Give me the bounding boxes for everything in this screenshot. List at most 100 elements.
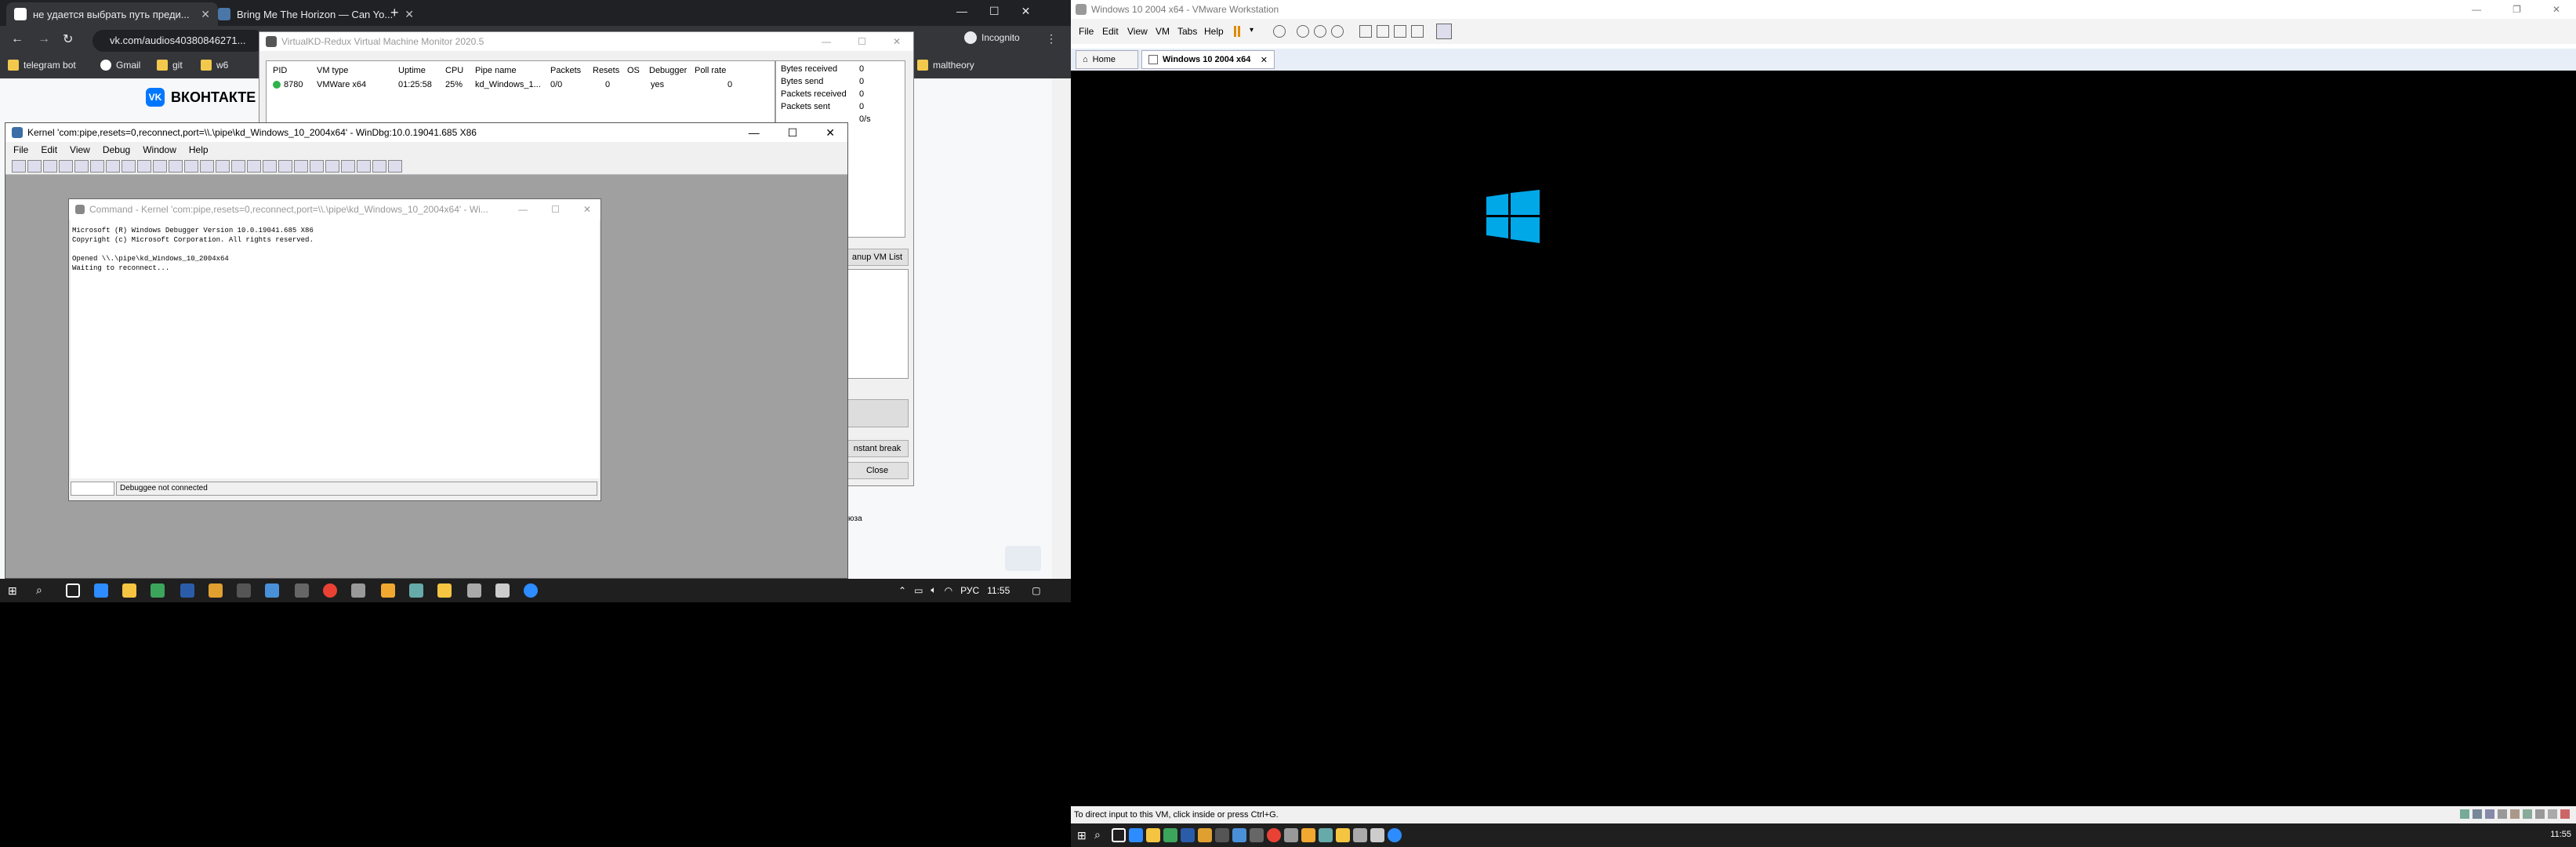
chrome-tab-1[interactable]: не удается выбрать путь преди... ✕: [6, 2, 218, 26]
disassembly-icon[interactable]: [325, 159, 339, 173]
cd-icon[interactable]: [2473, 809, 2482, 819]
clock[interactable]: 11:55: [987, 585, 1010, 596]
font-icon[interactable]: [372, 159, 386, 173]
log-box[interactable]: [846, 269, 909, 379]
menu-help[interactable]: Help: [189, 144, 209, 155]
go-icon[interactable]: [74, 159, 89, 173]
table-row[interactable]: 8780 VMWare x64 01:25:58 25% kd_Windows_…: [267, 78, 776, 91]
message-icon[interactable]: [2560, 809, 2570, 819]
menu-view[interactable]: View: [1127, 26, 1148, 37]
battery-icon[interactable]: ▭: [914, 585, 923, 596]
menu-edit[interactable]: Edit: [41, 144, 57, 155]
close-icon[interactable]: ✕: [1261, 55, 1268, 65]
app-icon[interactable]: [381, 583, 395, 598]
app-icon[interactable]: [180, 583, 194, 598]
revert-snapshot-icon[interactable]: [1314, 25, 1326, 38]
search-icon[interactable]: ⌕: [1094, 828, 1101, 842]
close-icon[interactable]: ✕: [1021, 5, 1031, 18]
file-explorer-icon[interactable]: [122, 583, 136, 598]
bookmark-item[interactable]: w6: [201, 60, 228, 71]
app-icon[interactable]: [295, 583, 309, 598]
minimize-icon[interactable]: —: [749, 126, 760, 140]
scrollbar[interactable]: [1052, 78, 1071, 579]
language-indicator[interactable]: РУС: [960, 585, 979, 596]
app-icon[interactable]: [94, 583, 108, 598]
app-icon[interactable]: [1353, 828, 1367, 842]
menu-window[interactable]: Window: [143, 144, 176, 155]
options-icon[interactable]: [388, 159, 402, 173]
address-bar[interactable]: vk.com/audios40380846271...: [93, 30, 265, 52]
minimize-icon[interactable]: —: [822, 36, 831, 47]
app-icon[interactable]: [1284, 828, 1298, 842]
close-icon[interactable]: ✕: [2552, 4, 2560, 15]
menu-debug[interactable]: Debug: [103, 144, 130, 155]
app-icon[interactable]: [1181, 828, 1195, 842]
network-icon[interactable]: ◠: [945, 585, 952, 596]
bookmark-item[interactable]: Gmail: [100, 60, 140, 71]
file-explorer-icon[interactable]: [1146, 828, 1160, 842]
folder-icon[interactable]: [437, 583, 452, 598]
close-icon[interactable]: ✕: [201, 8, 210, 21]
source-icon[interactable]: [216, 159, 230, 173]
call-stack-icon[interactable]: [310, 159, 324, 173]
app-icon[interactable]: [151, 583, 165, 598]
instant-break-button[interactable]: nstant break: [846, 440, 909, 457]
snapshot-icon[interactable]: [1297, 25, 1309, 38]
send-keys-icon[interactable]: [1273, 25, 1286, 38]
open-icon[interactable]: [12, 159, 26, 173]
bookmark-item[interactable]: git: [157, 60, 183, 71]
console-view-icon[interactable]: [1436, 24, 1452, 39]
tab-vm[interactable]: Windows 10 2004 x64 ✕: [1141, 50, 1275, 69]
command-input[interactable]: [71, 482, 114, 496]
task-view-icon[interactable]: [1112, 828, 1126, 842]
menu-help[interactable]: Help: [1204, 26, 1224, 37]
terminal-icon[interactable]: [237, 583, 251, 598]
app-icon[interactable]: [467, 583, 481, 598]
app-icon[interactable]: [1163, 828, 1177, 842]
unity-icon[interactable]: [1411, 25, 1424, 38]
app-icon[interactable]: [1232, 828, 1246, 842]
terminal-icon[interactable]: [1215, 828, 1229, 842]
close-button[interactable]: Close: [846, 462, 909, 479]
app-icon[interactable]: [1388, 828, 1402, 842]
library-icon[interactable]: [1359, 25, 1372, 38]
vk-logo[interactable]: VK ВКОНТАКТЕ: [146, 88, 256, 107]
full-screen-icon[interactable]: [1394, 25, 1406, 38]
pause-icon[interactable]: [1234, 26, 1240, 37]
network-icon[interactable]: [2485, 809, 2494, 819]
cut-icon[interactable]: [27, 159, 42, 173]
sound-icon[interactable]: [2510, 809, 2520, 819]
app-icon[interactable]: [1319, 828, 1333, 842]
menu-icon[interactable]: ⋮: [1046, 32, 1057, 45]
app-icon[interactable]: [351, 583, 365, 598]
vmware-taskbar-icon[interactable]: [1370, 828, 1384, 842]
restore-icon[interactable]: ❐: [2513, 4, 2521, 15]
display-icon[interactable]: [2535, 809, 2545, 819]
chrome-icon[interactable]: [1267, 828, 1281, 842]
hard-disk-icon[interactable]: [2460, 809, 2469, 819]
minimize-icon[interactable]: —: [2472, 4, 2481, 15]
maximize-icon[interactable]: ☐: [788, 126, 798, 140]
bookmark-item[interactable]: telegram bot: [8, 60, 76, 71]
folder-icon[interactable]: [1336, 828, 1350, 842]
clock[interactable]: 11:55: [2550, 830, 2571, 839]
app-icon[interactable]: [1198, 828, 1212, 842]
restart-icon[interactable]: [90, 159, 104, 173]
app-icon[interactable]: [524, 583, 538, 598]
windows-start-icon[interactable]: ⊞: [8, 584, 17, 598]
cleanup-vm-list-button[interactable]: anup VM List: [846, 249, 909, 266]
chevron-down-icon[interactable]: ▾: [1250, 26, 1254, 35]
notifications-icon[interactable]: ▢: [1032, 585, 1040, 596]
close-icon[interactable]: ✕: [583, 204, 591, 215]
memory-icon[interactable]: [294, 159, 308, 173]
windows-start-icon[interactable]: ⊞: [1077, 829, 1087, 842]
maximize-icon[interactable]: ☐: [989, 5, 1000, 18]
step-over-icon[interactable]: [153, 159, 167, 173]
break-icon[interactable]: [122, 159, 136, 173]
command-icon[interactable]: [231, 159, 245, 173]
source-mode-icon[interactable]: [357, 159, 371, 173]
command-output[interactable]: Microsoft (R) Windows Debugger Version 1…: [71, 220, 599, 478]
menu-view[interactable]: View: [70, 144, 90, 155]
vm-display[interactable]: [1071, 71, 2576, 806]
chevron-up-icon[interactable]: ⌃: [898, 585, 906, 596]
